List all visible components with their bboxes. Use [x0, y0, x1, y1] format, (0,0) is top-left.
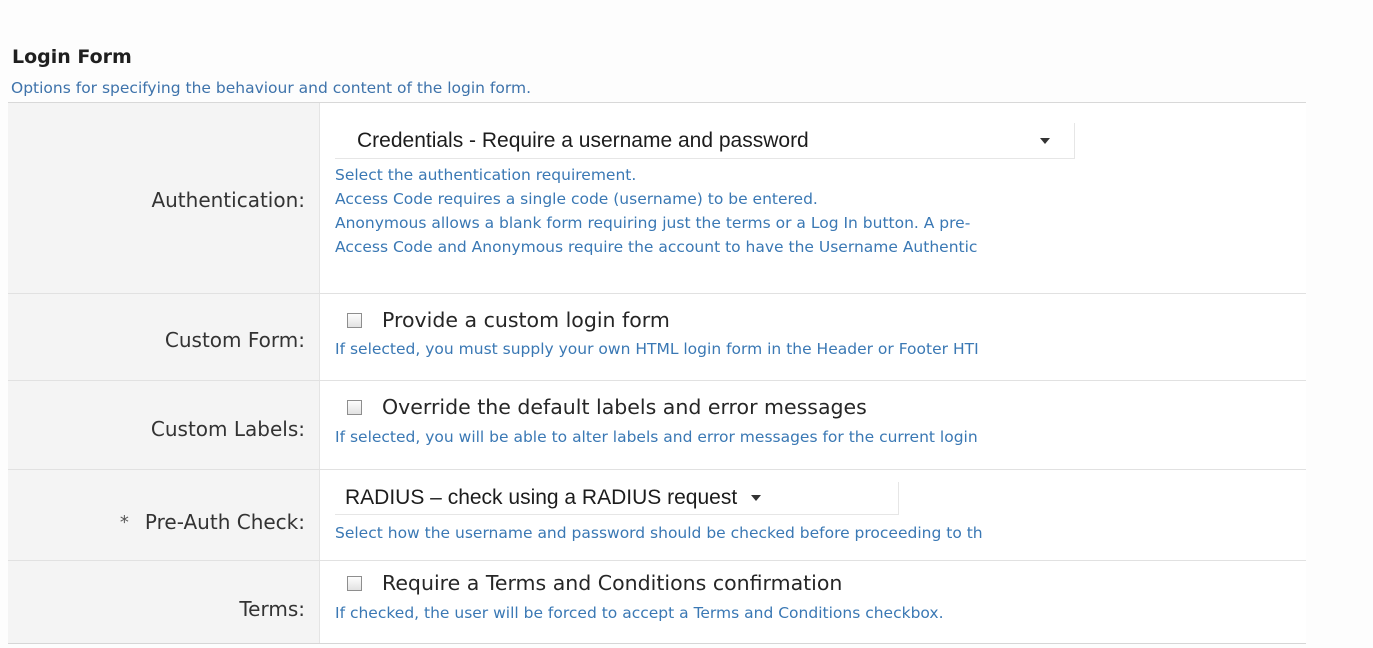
- authentication-help-line-1: Select the authentication requirement.: [335, 166, 637, 184]
- terms-help: If checked, the user will be forced to a…: [335, 604, 944, 622]
- terms-option[interactable]: Require a Terms and Conditions confirmat…: [335, 571, 1306, 595]
- authentication-label: Authentication:: [8, 103, 320, 293]
- custom-form-checkbox-label: Provide a custom login form: [382, 308, 670, 332]
- pre-auth-select[interactable]: RADIUS – check using a RADIUS request: [335, 482, 899, 515]
- terms-value-cell: Require a Terms and Conditions confirmat…: [320, 561, 1306, 643]
- login-form-settings-panel: Login Form Options for specifying the be…: [0, 0, 1373, 648]
- custom-labels-help: If selected, you will be able to alter l…: [335, 428, 978, 446]
- chevron-down-icon: [751, 495, 762, 501]
- custom-form-label: Custom Form:: [8, 294, 320, 380]
- custom-form-row: Custom Form: Provide a custom login form…: [8, 294, 1306, 381]
- pre-auth-label-cell: * Pre-Auth Check:: [8, 470, 320, 560]
- pre-auth-label: Pre-Auth Check:: [144, 510, 305, 534]
- chevron-down-icon: [1040, 137, 1050, 144]
- custom-form-option[interactable]: Provide a custom login form: [335, 308, 1306, 332]
- authentication-value-cell: Credentials - Require a username and pas…: [320, 103, 1306, 293]
- pre-auth-row: * Pre-Auth Check: RADIUS – check using a…: [8, 470, 1306, 561]
- custom-labels-checkbox-label: Override the default labels and error me…: [382, 395, 867, 419]
- authentication-select[interactable]: Credentials - Require a username and pas…: [335, 123, 1075, 159]
- authentication-help-line-4: Access Code and Anonymous require the ac…: [335, 238, 978, 256]
- custom-form-checkbox[interactable]: [347, 312, 362, 328]
- terms-row: Terms: Require a Terms and Conditions co…: [8, 561, 1306, 644]
- custom-labels-label: Custom Labels:: [8, 381, 320, 469]
- custom-labels-value-cell: Override the default labels and error me…: [320, 381, 1306, 469]
- authentication-row: Authentication: Credentials - Require a …: [8, 103, 1306, 294]
- custom-labels-option[interactable]: Override the default labels and error me…: [335, 395, 1306, 419]
- section-title: Login Form: [12, 46, 132, 68]
- pre-auth-value-cell: RADIUS – check using a RADIUS request Se…: [320, 470, 1306, 560]
- terms-checkbox[interactable]: [347, 575, 362, 591]
- authentication-help-line-3: Anonymous allows a blank form requiring …: [335, 214, 971, 232]
- login-form-options-table: Authentication: Credentials - Require a …: [8, 102, 1306, 644]
- custom-labels-checkbox[interactable]: [347, 399, 362, 415]
- custom-form-help: If selected, you must supply your own HT…: [335, 340, 979, 358]
- custom-labels-row: Custom Labels: Override the default labe…: [8, 381, 1306, 470]
- pre-auth-help: Select how the username and password sho…: [335, 524, 983, 542]
- authentication-select-value: Credentials - Require a username and pas…: [357, 128, 809, 152]
- pre-auth-select-value: RADIUS – check using a RADIUS request: [345, 486, 738, 509]
- terms-label: Terms:: [8, 561, 320, 643]
- section-description: Options for specifying the behaviour and…: [11, 79, 531, 97]
- custom-form-value-cell: Provide a custom login form If selected,…: [320, 294, 1306, 380]
- authentication-help-line-2: Access Code requires a single code (user…: [335, 190, 818, 208]
- terms-checkbox-label: Require a Terms and Conditions confirmat…: [382, 571, 843, 595]
- required-marker: *: [119, 511, 129, 533]
